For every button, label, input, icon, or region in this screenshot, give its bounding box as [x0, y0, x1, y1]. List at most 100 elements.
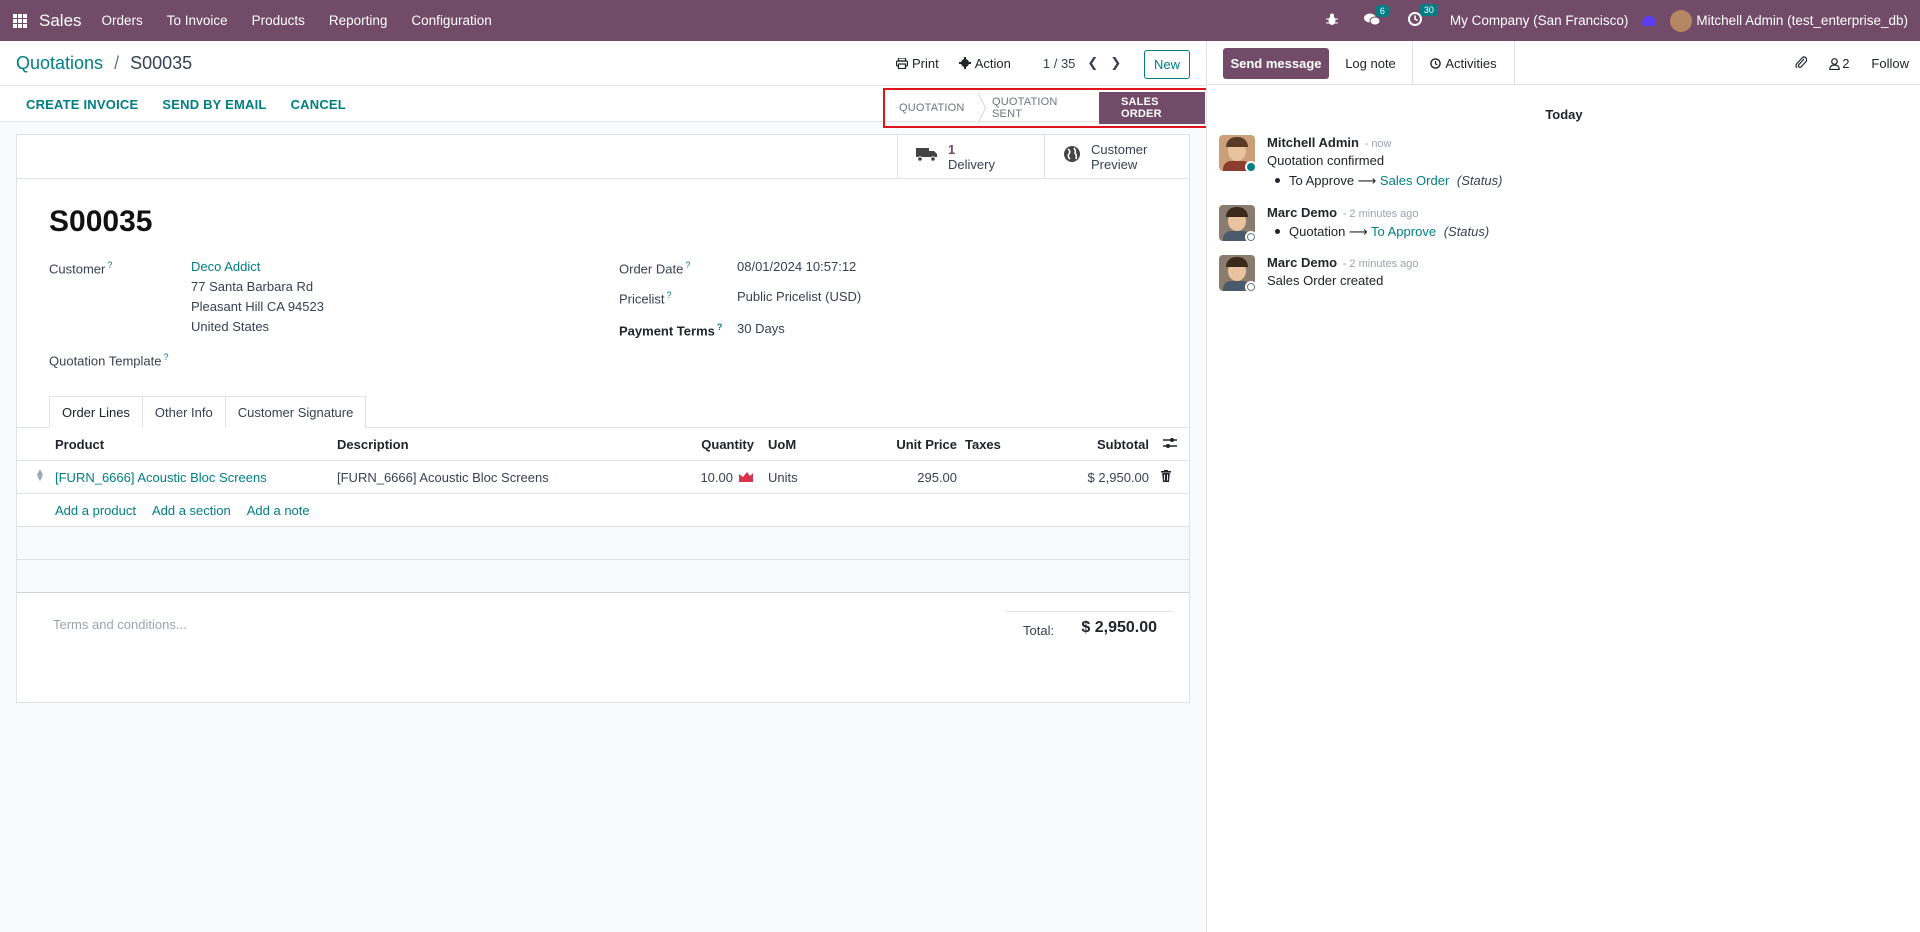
- col-uom[interactable]: UoM: [768, 437, 796, 452]
- row-subtotal: $ 2,950.00: [1087, 470, 1149, 485]
- payment-terms-value[interactable]: 30 Days: [737, 319, 785, 339]
- row-description[interactable]: [FURN_6666] Acoustic Bloc Screens: [337, 470, 549, 485]
- stage-quotation-sent-label: QUOTATION SENT: [992, 96, 1058, 120]
- activities-button[interactable]: Activities: [1413, 41, 1515, 85]
- message-body: Sales Order created: [1267, 273, 1384, 288]
- send-message-button[interactable]: Send message: [1223, 48, 1329, 79]
- order-date-value[interactable]: 08/01/2024 10:57:12: [737, 257, 856, 277]
- pager-next-icon[interactable]: ❯: [1110, 55, 1121, 71]
- row-unit-price[interactable]: 295.00: [917, 470, 957, 485]
- col-product[interactable]: Product: [55, 437, 104, 452]
- form-statusbar-row: CREATE INVOICE SEND BY EMAIL CANCEL QUOT…: [0, 86, 1209, 128]
- followers-button[interactable]: 2: [1829, 56, 1849, 71]
- message-author: Mitchell Admin - now: [1267, 135, 1392, 150]
- cancel-button[interactable]: CANCEL: [291, 97, 346, 112]
- pricelist-value[interactable]: Public Pricelist (USD): [737, 287, 861, 307]
- customer-help-icon[interactable]: ?: [107, 260, 112, 270]
- pager-previous-icon[interactable]: ❮: [1087, 55, 1098, 71]
- gear-icon: [958, 57, 971, 69]
- total-value: $ 2,950.00: [1081, 619, 1157, 636]
- pricelist-label: Pricelist?: [619, 290, 672, 307]
- chatter-right-actions: 2 Follow: [1795, 55, 1909, 72]
- tracking-value: To Approve ⟶ Sales Order (Status): [1267, 173, 1502, 189]
- customer-address-line1: 77 Santa Barbara Rd: [191, 279, 314, 294]
- col-quantity[interactable]: Quantity: [701, 437, 754, 452]
- print-button[interactable]: Print: [896, 56, 939, 71]
- order-date-help-icon[interactable]: ?: [685, 260, 690, 270]
- user-menu[interactable]: Mitchell Admin (test_enterprise_db): [1670, 9, 1908, 32]
- menu-configuration[interactable]: Configuration: [411, 13, 491, 28]
- tab-customer-signature[interactable]: Customer Signature: [224, 396, 367, 428]
- tab-other-info[interactable]: Other Info: [141, 396, 226, 428]
- preview-label-2: Preview: [1091, 156, 1138, 172]
- tracking-field-name: (Status): [1456, 173, 1503, 188]
- apps-menu-icon[interactable]: [13, 13, 27, 28]
- messages-icon[interactable]: 6: [1363, 4, 1389, 29]
- add-note-link[interactable]: Add a note: [247, 503, 310, 518]
- company-switcher[interactable]: My Company (San Francisco): [1450, 13, 1629, 28]
- delivery-label: Delivery: [948, 156, 995, 172]
- template-help-icon[interactable]: ?: [164, 352, 169, 362]
- drag-handle-icon[interactable]: ▲ ▼: [35, 468, 45, 484]
- add-section-link[interactable]: Add a section: [152, 503, 231, 518]
- log-note-button[interactable]: Log note: [1329, 41, 1413, 85]
- forecast-chart-icon[interactable]: [739, 470, 753, 482]
- activities-clock-icon[interactable]: 30: [1407, 4, 1438, 29]
- stage-quotation[interactable]: QUOTATION: [885, 92, 986, 124]
- row-quantity[interactable]: 10.00: [700, 470, 733, 485]
- customer-preview-smart-button[interactable]: Customer Preview: [1044, 135, 1189, 178]
- create-invoice-button[interactable]: CREATE INVOICE: [26, 97, 138, 112]
- terms-and-conditions-field[interactable]: Terms and conditions...: [53, 617, 187, 632]
- user-status-icon[interactable]: [1642, 15, 1657, 26]
- row-uom[interactable]: Units: [768, 470, 798, 485]
- form-sheet: 1 Delivery Customer Preview S00035 Custo…: [16, 134, 1190, 703]
- pricelist-help-icon[interactable]: ?: [667, 290, 672, 300]
- col-unit-price[interactable]: Unit Price: [896, 437, 957, 452]
- attachment-paperclip-icon[interactable]: [1795, 55, 1808, 72]
- debug-bug-icon[interactable]: [1325, 13, 1338, 29]
- action-button[interactable]: Action: [958, 55, 1011, 71]
- menu-orders[interactable]: Orders: [102, 13, 143, 28]
- arrow-right-icon: ⟶: [1357, 173, 1380, 188]
- col-subtotal[interactable]: Subtotal: [1097, 437, 1149, 452]
- user-name: Mitchell Admin (test_enterprise_db): [1696, 13, 1908, 28]
- stage-quotation-sent[interactable]: QUOTATION SENT: [977, 92, 1099, 124]
- optional-columns-icon[interactable]: [1163, 437, 1177, 452]
- tracking-old-value: To Approve: [1289, 173, 1355, 188]
- user-icon: [1829, 57, 1840, 70]
- breadcrumb-quotations[interactable]: Quotations: [16, 53, 103, 73]
- empty-row: [17, 560, 1189, 593]
- customer-link[interactable]: Deco Addict: [191, 257, 260, 277]
- delivery-smart-button[interactable]: 1 Delivery: [897, 135, 1044, 178]
- quotation-template-label: Quotation Template?: [49, 352, 169, 369]
- col-taxes[interactable]: Taxes: [965, 437, 1001, 452]
- delivery-count: 1: [948, 141, 956, 157]
- payment-terms-help-icon[interactable]: ?: [717, 322, 723, 332]
- total-divider: [1005, 611, 1173, 612]
- menu-reporting[interactable]: Reporting: [329, 13, 388, 28]
- pager-arrows: ❮ ❯: [1087, 55, 1121, 71]
- send-by-email-button[interactable]: SEND BY EMAIL: [162, 97, 266, 112]
- tab-order-lines[interactable]: Order Lines: [49, 396, 143, 428]
- delete-line-icon[interactable]: [1161, 470, 1171, 485]
- app-brand[interactable]: Sales: [39, 11, 82, 31]
- customer-address-line2: Pleasant Hill CA 94523: [191, 299, 324, 314]
- followers-count: 2: [1842, 56, 1850, 71]
- follow-button[interactable]: Follow: [1871, 56, 1909, 71]
- action-label: Action: [974, 55, 1011, 71]
- pager-value[interactable]: 1 / 35: [1043, 56, 1076, 71]
- messages-count-badge: 6: [1375, 4, 1389, 17]
- col-description[interactable]: Description: [337, 437, 409, 452]
- menu-products[interactable]: Products: [252, 13, 305, 28]
- stage-sales-order[interactable]: SALES ORDER: [1099, 92, 1205, 124]
- add-product-link[interactable]: Add a product: [55, 503, 136, 518]
- row-product[interactable]: [FURN_6666] Acoustic Bloc Screens: [55, 470, 267, 485]
- add-line-row: Add a product Add a section Add a note: [17, 494, 1189, 527]
- new-button[interactable]: New: [1144, 50, 1190, 79]
- chatter-topbar: Send message Log note Activities 2 Follo…: [1207, 41, 1920, 85]
- breadcrumb: Quotations / S00035: [16, 53, 192, 74]
- empty-row: [17, 527, 1189, 560]
- table-row[interactable]: ▲ ▼ [FURN_6666] Acoustic Bloc Screens [FU…: [17, 461, 1189, 494]
- menu-to-invoice[interactable]: To Invoice: [167, 13, 228, 28]
- smart-buttons: 1 Delivery Customer Preview: [17, 135, 1189, 179]
